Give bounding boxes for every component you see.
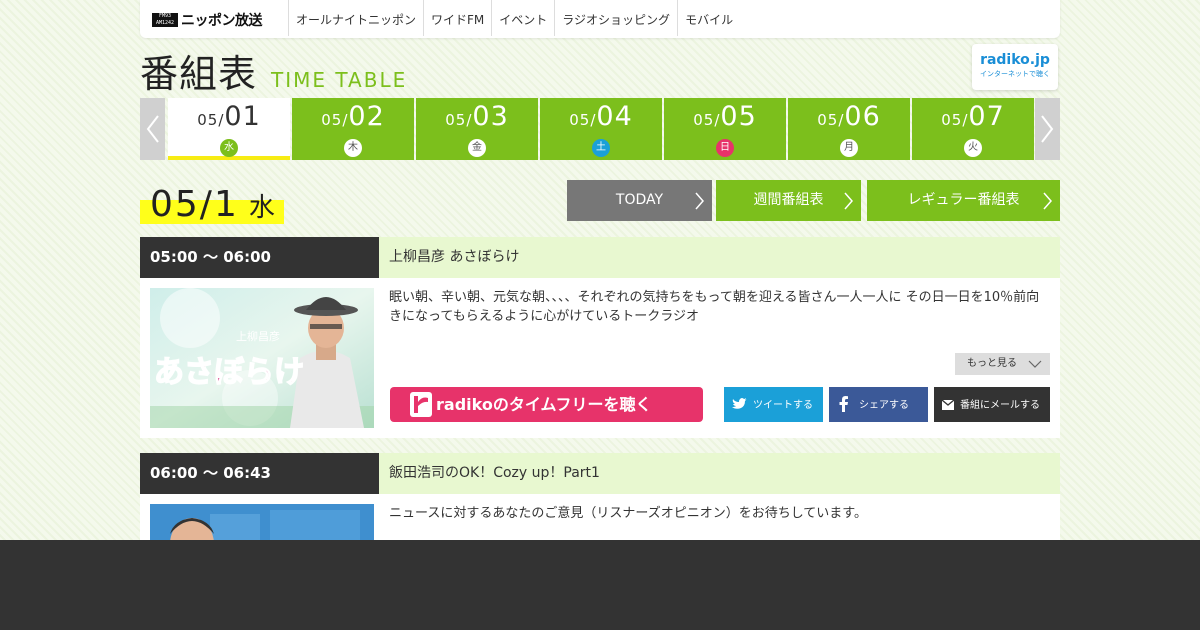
nav-item-widefm[interactable]: ワイドFM bbox=[423, 0, 491, 36]
mail-icon bbox=[942, 400, 954, 410]
program-title[interactable]: 上柳昌彦 あさぼらけ bbox=[379, 237, 1060, 278]
prev-week-button[interactable] bbox=[140, 98, 165, 160]
day-number: 03 bbox=[472, 101, 509, 132]
day-month: 05/ bbox=[569, 111, 597, 129]
share-label: シェアする bbox=[859, 400, 909, 411]
day-date: 05/05 bbox=[664, 102, 786, 135]
current-weekday: 水 bbox=[248, 193, 275, 223]
tweet-label: ツイートする bbox=[753, 400, 813, 411]
day-number: 06 bbox=[844, 101, 881, 132]
program-description: ニュースに対するあなたのご意見（リスナーズオピニオン）をお待ちしています。 bbox=[389, 506, 868, 521]
weekly-schedule-label: 週間番組表 bbox=[753, 192, 824, 208]
chevron-right-icon bbox=[1043, 192, 1052, 210]
day-tab[interactable]: 05/02 木 bbox=[292, 98, 414, 160]
today-button-label: TODAY bbox=[615, 192, 664, 208]
weekday-badge: 月 bbox=[840, 139, 858, 157]
tweet-button[interactable]: ツイートする bbox=[724, 387, 823, 422]
program-time: 06:00 ～ 06:43 bbox=[140, 453, 379, 494]
day-month: 05/ bbox=[941, 111, 969, 129]
day-date: 05/04 bbox=[540, 102, 662, 135]
day-tab[interactable]: 05/06 月 bbox=[788, 98, 910, 160]
regular-schedule-button[interactable]: レギュラー番組表 bbox=[867, 180, 1060, 221]
weekday-badge: 火 bbox=[964, 139, 982, 157]
chevron-down-icon bbox=[1028, 360, 1042, 368]
station-logo[interactable]: FM93 AM1242 ニッポン放送 bbox=[152, 12, 263, 29]
program-title[interactable]: 飯田浩司のOK！Cozy up！Part1 bbox=[379, 453, 1060, 494]
day-date: 05/06 bbox=[788, 102, 910, 135]
day-tab[interactable]: 05/05 日 bbox=[664, 98, 786, 160]
today-button[interactable]: TODAY bbox=[567, 180, 712, 221]
day-month: 05/ bbox=[321, 111, 349, 129]
day-number: 05 bbox=[720, 101, 757, 132]
regular-schedule-label: レギュラー番組表 bbox=[907, 192, 1020, 208]
program-description: 眠い朝、辛い朝、元気な朝、、、、それぞれの気持ちをもって朝を迎える皆さん一人一人… bbox=[389, 290, 1040, 324]
page-title-ja: 番組表 bbox=[140, 52, 258, 96]
current-date: 05/1 水 bbox=[140, 184, 284, 226]
thumb-title: あさぼらけ bbox=[154, 355, 304, 390]
program-body: 上柳昌彦 あさぼらけ 眠い朝、辛い朝、元気な朝、、、、それぞれの気持ちをもって朝… bbox=[140, 278, 1060, 438]
radiko-timefree-button[interactable]: radikoのタイムフリーを聴く bbox=[390, 387, 703, 422]
radiko-subtext: インターネットで聴く bbox=[980, 70, 1050, 78]
program-thumbnail[interactable]: 上柳昌彦 あさぼらけ bbox=[150, 288, 374, 428]
twitter-icon bbox=[732, 398, 747, 409]
program-header: 06:00 ～ 06:43 飯田浩司のOK！Cozy up！Part1 bbox=[140, 453, 1060, 494]
weekly-schedule-button[interactable]: 週間番組表 bbox=[716, 180, 861, 221]
facebook-share-button[interactable]: シェアする bbox=[829, 387, 928, 422]
radiko-link[interactable]: radiko.jp インターネットで聴く bbox=[972, 44, 1058, 90]
program-item: 06:00 ～ 06:43 飯田浩司のOK！Cozy up！Part1 ニュース… bbox=[140, 453, 1060, 554]
footer-bar bbox=[0, 540, 1200, 630]
date-strip: 05/01 水 05/02 木 05/03 金 05/04 土 05/05 日 05/06 月 05/0… bbox=[140, 98, 1060, 160]
day-month: 05/ bbox=[693, 111, 721, 129]
day-month: 05/ bbox=[445, 111, 473, 129]
current-date-text: 05/1 bbox=[150, 184, 239, 225]
nav-item-allnight[interactable]: オールナイトニッポン bbox=[288, 0, 423, 36]
radiko-timefree-label: radikoのタイムフリーを聴く bbox=[436, 395, 652, 414]
page-title-en: TIME TABLE bbox=[271, 68, 408, 92]
program-item: 05:00 ～ 06:00 上柳昌彦 あさぼらけ 上柳昌彦 あさぼらけ 眠い朝、… bbox=[140, 237, 1060, 438]
nav-item-mobile[interactable]: モバイル bbox=[677, 0, 740, 36]
next-week-button[interactable] bbox=[1035, 98, 1060, 160]
radiko-logo-text: radiko.jp bbox=[980, 52, 1050, 68]
weekday-badge: 水 bbox=[220, 139, 238, 157]
day-number: 07 bbox=[968, 101, 1005, 132]
day-date: 05/07 bbox=[912, 102, 1034, 135]
day-month: 05/ bbox=[197, 111, 225, 129]
nav-item-shopping[interactable]: ラジオショッピング bbox=[554, 0, 677, 36]
program-header: 05:00 ～ 06:00 上柳昌彦 あさぼらけ bbox=[140, 237, 1060, 278]
mail-label: 番組にメールする bbox=[960, 400, 1040, 411]
day-tab[interactable]: 05/03 金 bbox=[416, 98, 538, 160]
weekday-badge: 土 bbox=[592, 139, 610, 157]
logo-badge: FM93 AM1242 bbox=[152, 13, 178, 27]
chevron-right-icon bbox=[1041, 115, 1054, 143]
day-number: 01 bbox=[224, 101, 261, 132]
day-date: 05/02 bbox=[292, 102, 414, 135]
weekday-badge: 木 bbox=[344, 139, 362, 157]
program-time: 05:00 ～ 06:00 bbox=[140, 237, 379, 278]
day-date: 05/01 bbox=[168, 102, 290, 135]
weekday-badge: 金 bbox=[468, 139, 486, 157]
nav-menu: オールナイトニッポン ワイドFM イベント ラジオショッピング モバイル bbox=[288, 0, 740, 36]
day-month: 05/ bbox=[817, 111, 845, 129]
day-tab[interactable]: 05/04 土 bbox=[540, 98, 662, 160]
page-title: 番組表 TIME TABLE bbox=[140, 52, 407, 96]
nav-item-event[interactable]: イベント bbox=[491, 0, 554, 36]
thumb-subtitle: 上柳昌彦 bbox=[236, 329, 280, 343]
day-number: 04 bbox=[596, 101, 633, 132]
day-date: 05/03 bbox=[416, 102, 538, 135]
day-number: 02 bbox=[348, 101, 385, 132]
top-nav: FM93 AM1242 ニッポン放送 オールナイトニッポン ワイドFM イベント… bbox=[140, 0, 1060, 38]
more-button[interactable]: もっと見る bbox=[955, 353, 1050, 375]
chevron-right-icon bbox=[844, 192, 853, 210]
chevron-left-icon bbox=[146, 115, 159, 143]
chevron-right-icon bbox=[695, 192, 704, 210]
more-button-label: もっと見る bbox=[967, 358, 1017, 369]
day-tab[interactable]: 05/07 火 bbox=[912, 98, 1034, 160]
radiko-icon bbox=[410, 392, 432, 417]
facebook-icon bbox=[839, 396, 848, 412]
mail-program-button[interactable]: 番組にメールする bbox=[934, 387, 1050, 422]
logo-text: ニッポン放送 bbox=[181, 13, 263, 29]
program-image: 上柳昌彦 あさぼらけ bbox=[150, 288, 374, 428]
day-tab[interactable]: 05/01 水 bbox=[168, 98, 290, 160]
weekday-badge: 日 bbox=[716, 139, 734, 157]
